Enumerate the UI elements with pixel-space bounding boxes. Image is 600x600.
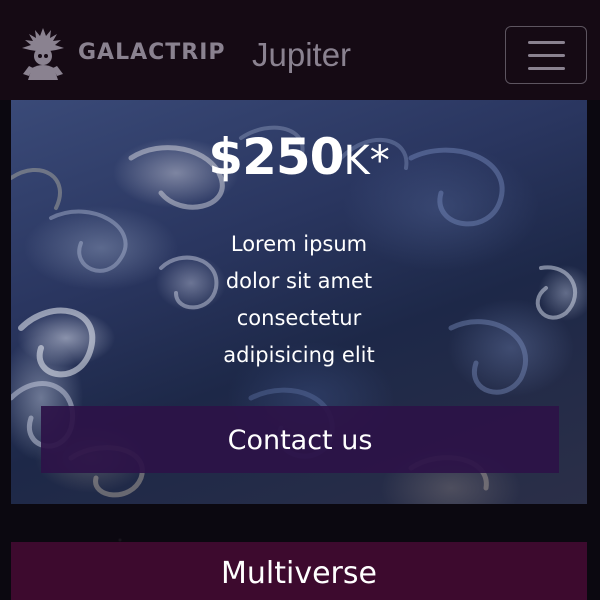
multiverse-section: Multiverse	[11, 542, 587, 600]
hamburger-icon	[528, 54, 565, 57]
brand-name[interactable]: GALACTRIP	[78, 40, 226, 65]
page-title: Jupiter	[252, 36, 352, 73]
hero-text-line: consectetur	[236, 306, 362, 330]
contact-us-button[interactable]: Contact us	[41, 406, 559, 473]
navbar: GALACTRIP Jupiter	[0, 0, 600, 100]
price-amount: $250	[208, 128, 344, 186]
hero-text-line: Lorem ipsum	[230, 232, 368, 256]
hero-text-line: adipisicing elit	[223, 343, 375, 367]
astronaut-emblem-icon[interactable]	[20, 28, 66, 80]
menu-toggle-button[interactable]	[505, 26, 587, 84]
price-suffix: K*	[343, 138, 390, 184]
hamburger-icon	[528, 41, 565, 44]
hamburger-icon	[528, 67, 565, 70]
hero-text-line: dolor sit amet	[225, 269, 373, 293]
price-heading: $250K*	[11, 132, 587, 182]
hero-description: Lorem ipsum dolor sit amet consectetur a…	[199, 226, 399, 374]
page: GALACTRIP Jupiter $250K* Lorem ipsum dol…	[0, 0, 600, 600]
hero-banner: $250K* Lorem ipsum dolor sit amet consec…	[11, 98, 587, 504]
section-title: Multiverse	[221, 556, 377, 591]
